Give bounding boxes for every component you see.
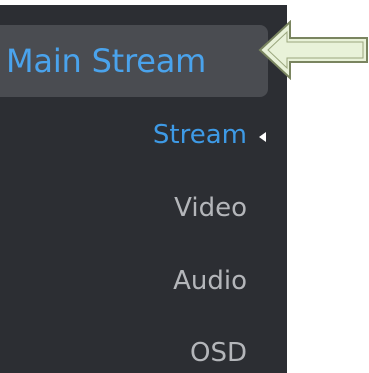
- sidebar-group-label: Main Stream: [6, 42, 207, 80]
- settings-sidebar: Main Stream Stream Video Audio OSD: [0, 5, 287, 373]
- sidebar-item-label: OSD: [190, 338, 247, 368]
- sidebar-item-osd[interactable]: OSD: [190, 336, 247, 370]
- sidebar-group-main-stream[interactable]: Main Stream: [0, 25, 268, 97]
- sidebar-item-stream[interactable]: Stream: [153, 118, 247, 152]
- sidebar-item-label: Stream: [152, 120, 247, 150]
- sidebar-item-label: Audio: [173, 266, 247, 296]
- sidebar-item-video[interactable]: Video: [174, 191, 247, 225]
- sidebar-item-label: Video: [174, 193, 247, 223]
- left-arrow-icon: [258, 20, 368, 80]
- sidebar-item-audio[interactable]: Audio: [173, 264, 247, 298]
- caret-left-icon: [259, 132, 266, 142]
- screenshot-stage: Main Stream Stream Video Audio OSD: [0, 0, 369, 373]
